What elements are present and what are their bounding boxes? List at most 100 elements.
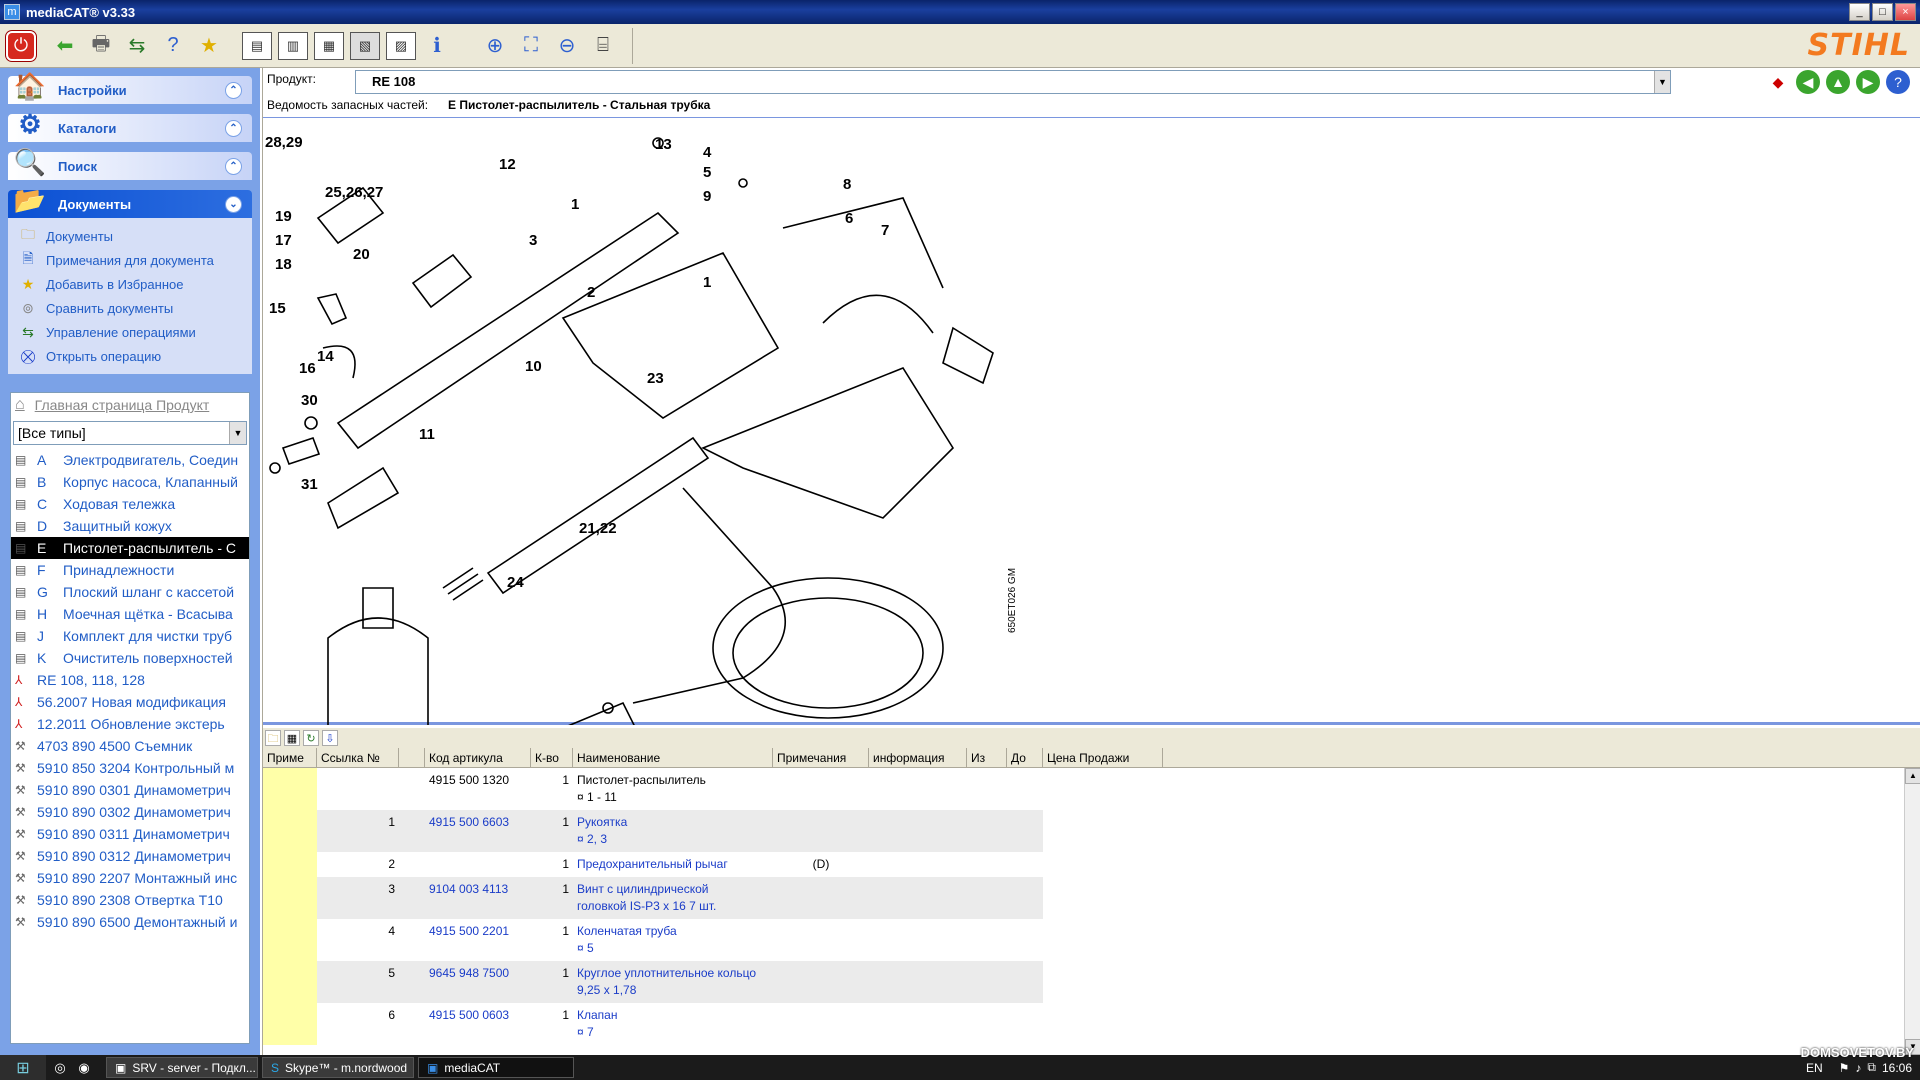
product-home-link[interactable]: ⌂ Главная страница Продукт: [11, 393, 249, 417]
tree-item[interactable]: ⚒ 5910 890 2207 Монтажный инс: [11, 867, 249, 889]
task-srv[interactable]: ▣ SRV - server - Подкл...: [106, 1057, 258, 1078]
part-callout[interactable]: 28,29: [265, 134, 303, 151]
tree-item[interactable]: ▤ B Корпус насоса, Клапанный: [11, 471, 249, 493]
close-button[interactable]: ×: [1895, 3, 1916, 21]
part-callout[interactable]: 7: [881, 222, 889, 239]
view-split-icon[interactable]: ▥: [278, 31, 308, 60]
star-icon[interactable]: ★: [194, 31, 224, 61]
part-callout[interactable]: 25,26,27: [325, 184, 383, 201]
table-icon[interactable]: ▦: [284, 730, 300, 746]
menu-item-document-notes[interactable]: 🗎 Примечания для документа: [18, 248, 248, 272]
col-header[interactable]: Из: [967, 748, 1007, 767]
tree-item[interactable]: ⚒ 5910 850 3204 Контрольный м: [11, 757, 249, 779]
help-icon[interactable]: ?: [1886, 70, 1910, 94]
fit-to-window-icon[interactable]: ⛶: [516, 31, 546, 61]
tree-item[interactable]: ⚒ 5910 890 0312 Динамометрич: [11, 845, 249, 867]
download-icon[interactable]: ⇩: [322, 730, 338, 746]
part-callout[interactable]: 2: [587, 284, 595, 301]
table-row[interactable]: 1 4915 500 6603 1 Рукоятка ¤ 2, 3: [263, 810, 1920, 852]
col-header[interactable]: информация: [869, 748, 967, 767]
chevron-down-icon[interactable]: ⌄: [225, 196, 242, 213]
help-icon[interactable]: ?: [158, 31, 188, 61]
maximize-button[interactable]: □: [1872, 3, 1893, 21]
browser-icon[interactable]: ◎: [50, 1060, 70, 1076]
menu-item-add-favorite[interactable]: ★ Добавить в Избранное: [18, 272, 248, 296]
part-callout[interactable]: 1: [703, 274, 711, 291]
part-callout[interactable]: 4: [703, 144, 711, 161]
section-search[interactable]: 🔍 Поиск ⌃: [8, 147, 252, 180]
task-mediacat[interactable]: ▣ mediaCAT: [418, 1057, 574, 1078]
tree-item[interactable]: ▤ E Пистолет-распылитель - С: [11, 537, 249, 559]
part-callout[interactable]: 23: [647, 370, 664, 387]
part-callout[interactable]: 20: [353, 246, 370, 263]
table-row[interactable]: 6 4915 500 0603 1 Клапан ¤ 7: [263, 1003, 1920, 1045]
tree-item[interactable]: ⚒ 5910 890 0311 Динамометрич: [11, 823, 249, 845]
nav-back-icon[interactable]: ◀: [1796, 70, 1820, 94]
col-header[interactable]: Наименование: [573, 748, 773, 767]
menu-item-compare-documents[interactable]: ⊚ Сравнить документы: [18, 296, 248, 320]
volume-icon[interactable]: ♪: [1855, 1061, 1861, 1075]
part-callout[interactable]: 16: [299, 360, 316, 377]
col-header[interactable]: Ссылка №: [317, 748, 399, 767]
col-header[interactable]: Цена Продажи: [1043, 748, 1163, 767]
chevron-up-icon[interactable]: ⌃: [225, 82, 242, 99]
table-row[interactable]: 5 9645 948 7500 1 Круглое уплотнительное ко…: [263, 961, 1920, 1003]
col-header[interactable]: Приме: [263, 748, 317, 767]
part-callout[interactable]: 3: [529, 232, 537, 249]
part-callout[interactable]: 19: [275, 208, 292, 225]
part-callout[interactable]: 11: [419, 426, 435, 443]
section-documents[interactable]: 📂 Документы ⌄: [8, 185, 252, 218]
tree-item[interactable]: ⚒ 4703 890 4500 Съемник: [11, 735, 249, 757]
vertical-scrollbar[interactable]: ▲ ▼: [1904, 768, 1920, 1055]
part-callout[interactable]: 13: [655, 136, 672, 153]
chevron-up-icon[interactable]: ⌃: [225, 120, 242, 137]
product-select[interactable]: RE 108 ▼: [355, 70, 1671, 94]
table-row[interactable]: 4915 500 1320 1 Пистолет-распылитель ¤ 1 -…: [263, 768, 1920, 810]
part-callout[interactable]: 15: [269, 300, 286, 317]
tree-item[interactable]: ⅄ 56.2007 Новая модификация: [11, 691, 249, 713]
tree-item[interactable]: ⅄ RE 108, 118, 128: [11, 669, 249, 691]
part-callout[interactable]: 12: [499, 156, 516, 173]
tree-item[interactable]: ▤ C Ходовая тележка: [11, 493, 249, 515]
section-catalogs[interactable]: ⚙ Каталоги ⌃: [8, 109, 252, 142]
menu-item-manage-operations[interactable]: ⇆ Управление операциями: [18, 320, 248, 344]
part-callout[interactable]: 8: [843, 176, 851, 193]
part-callout[interactable]: 14: [317, 348, 334, 365]
start-button[interactable]: ⊞: [0, 1055, 46, 1080]
chevron-down-icon[interactable]: ▼: [229, 422, 246, 444]
col-header[interactable]: До: [1007, 748, 1043, 767]
view-image-table-icon[interactable]: ▧: [350, 31, 380, 60]
view-image-list-icon[interactable]: ▦: [314, 31, 344, 60]
presentation-icon[interactable]: ⌸: [588, 31, 618, 61]
print-icon[interactable]: 🖶: [86, 31, 116, 61]
part-callout[interactable]: 21,22: [579, 520, 617, 537]
part-callout[interactable]: 6: [845, 210, 853, 227]
table-row[interactable]: 4 4915 500 2201 1 Коленчатая труба ¤ 5: [263, 919, 1920, 961]
network-icon[interactable]: ⧉: [1867, 1060, 1876, 1075]
tree-item[interactable]: ⚒ 5910 890 0302 Динамометрич: [11, 801, 249, 823]
tree-item[interactable]: ▤ G Плоский шланг с кассетой: [11, 581, 249, 603]
sync-arrows-icon[interactable]: ⇆: [122, 31, 152, 61]
type-filter-select[interactable]: [Все типы] ▼: [13, 421, 247, 445]
table-row[interactable]: 2 1 Предохранительный рычаг (D): [263, 852, 1920, 877]
chevron-down-icon[interactable]: ▼: [1654, 71, 1670, 93]
col-header[interactable]: Примечания: [773, 748, 869, 767]
nav-forward-icon[interactable]: ▶: [1856, 70, 1880, 94]
part-callout[interactable]: 17: [275, 232, 292, 249]
info-icon[interactable]: ℹ: [422, 31, 452, 61]
tree-item[interactable]: ⅄ 12.2011 Обновление экстерь: [11, 713, 249, 735]
back-arrow-icon[interactable]: ⬅: [50, 31, 80, 61]
view-image-icon[interactable]: ▨: [386, 31, 416, 60]
tree-item[interactable]: ▤ A Электродвигатель, Соедин: [11, 449, 249, 471]
folder-icon[interactable]: 🗀: [265, 730, 281, 746]
tree-item[interactable]: ⚒ 5910 890 6500 Демонтажный и: [11, 911, 249, 933]
tree-item[interactable]: ▤ J Комплект для чистки труб: [11, 625, 249, 647]
power-icon[interactable]: ⏻: [6, 30, 36, 61]
tray-icon[interactable]: ⚑: [1839, 1061, 1850, 1075]
language-indicator[interactable]: EN: [1806, 1061, 1823, 1075]
section-settings[interactable]: 🏠 Настройки ⌃: [8, 71, 252, 104]
cube-icon[interactable]: ◆: [1766, 70, 1790, 94]
col-header[interactable]: [399, 748, 425, 767]
tree-item[interactable]: ▤ H Моечная щётка - Всасыва: [11, 603, 249, 625]
part-callout[interactable]: 31: [301, 476, 318, 493]
